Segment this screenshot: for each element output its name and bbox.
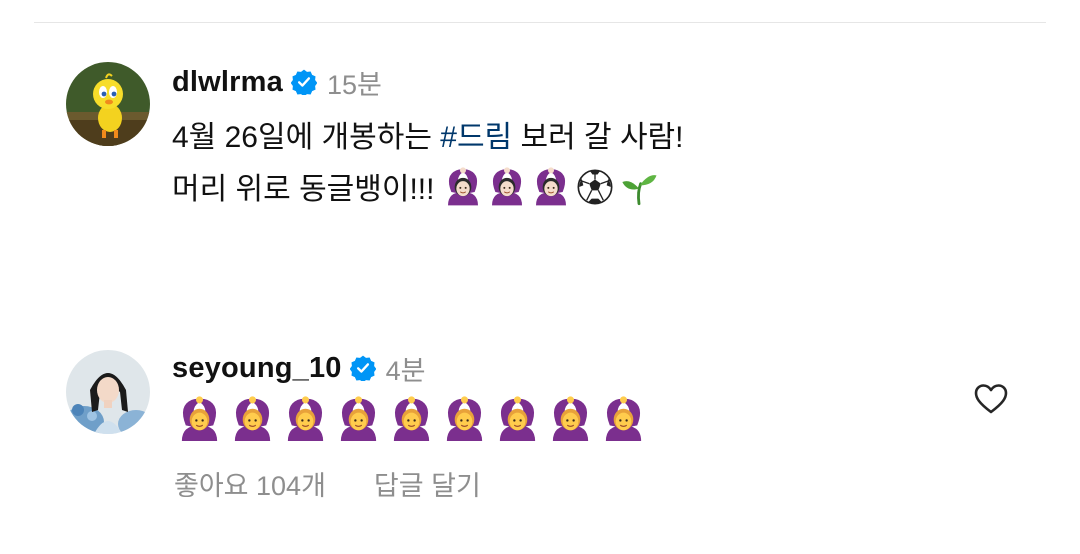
comment-line-1: 4월 26일에 개봉하는 #드림 보러 갈 사람! xyxy=(172,112,684,164)
likes-count[interactable]: 좋아요 104개 xyxy=(174,464,326,503)
person-gesturing-ok-icon xyxy=(282,396,329,443)
person-gesturing-ok-icon xyxy=(388,396,435,443)
avatar[interactable] xyxy=(66,62,150,146)
person-gesturing-ok-icon xyxy=(441,396,488,443)
heart-outline-icon xyxy=(974,384,1008,414)
person-gesturing-ok-icon xyxy=(547,396,594,443)
person-gesturing-ok-icon xyxy=(335,396,382,443)
person-gesturing-ok-icon xyxy=(443,167,483,207)
comment-line-2: 머리 위로 동글뱅이!!! xyxy=(172,164,684,216)
seedling-icon xyxy=(619,167,659,207)
comment-emoji-row xyxy=(176,396,647,443)
emoji-group xyxy=(443,167,663,206)
person-gesturing-ok-icon xyxy=(531,167,571,207)
profile-photo-avatar-icon xyxy=(66,350,150,434)
person-gesturing-ok-icon xyxy=(600,396,647,443)
person-gesturing-ok-icon xyxy=(229,396,276,443)
reply-button[interactable]: 답글 달기 xyxy=(374,464,481,503)
person-gesturing-ok-icon xyxy=(487,167,527,207)
avatar[interactable] xyxy=(66,350,150,434)
tweety-bird-avatar-icon xyxy=(66,62,150,146)
username[interactable]: dlwlrma xyxy=(172,66,283,99)
comment-header: dlwlrma 15분 xyxy=(172,64,382,100)
like-button[interactable] xyxy=(973,381,1009,417)
comment-actions: 좋아요 104개 답글 달기 xyxy=(174,464,481,503)
person-gesturing-ok-icon xyxy=(176,396,223,443)
person-gesturing-ok-icon xyxy=(494,396,541,443)
comment-time: 4분 xyxy=(385,355,426,386)
soccer-ball-icon xyxy=(575,167,615,207)
verified-badge-icon xyxy=(349,355,376,381)
verified-badge-icon xyxy=(291,69,317,95)
comment-time: 15분 xyxy=(327,69,382,100)
comment-text: 4월 26일에 개봉하는 #드림 보러 갈 사람! 머리 위로 동글뱅이!!! xyxy=(172,112,684,216)
username[interactable]: seyoung_10 xyxy=(172,352,342,385)
comment-text-part: 보러 갈 사람! xyxy=(512,121,684,154)
comment-text-part: 4월 26일에 개봉하는 xyxy=(172,121,441,154)
comment-text-part: 머리 위로 동글뱅이!!! xyxy=(172,173,443,206)
top-divider xyxy=(34,22,1046,23)
hashtag-link[interactable]: #드림 xyxy=(440,121,512,154)
comment-header: seyoung_10 4분 xyxy=(172,350,426,386)
